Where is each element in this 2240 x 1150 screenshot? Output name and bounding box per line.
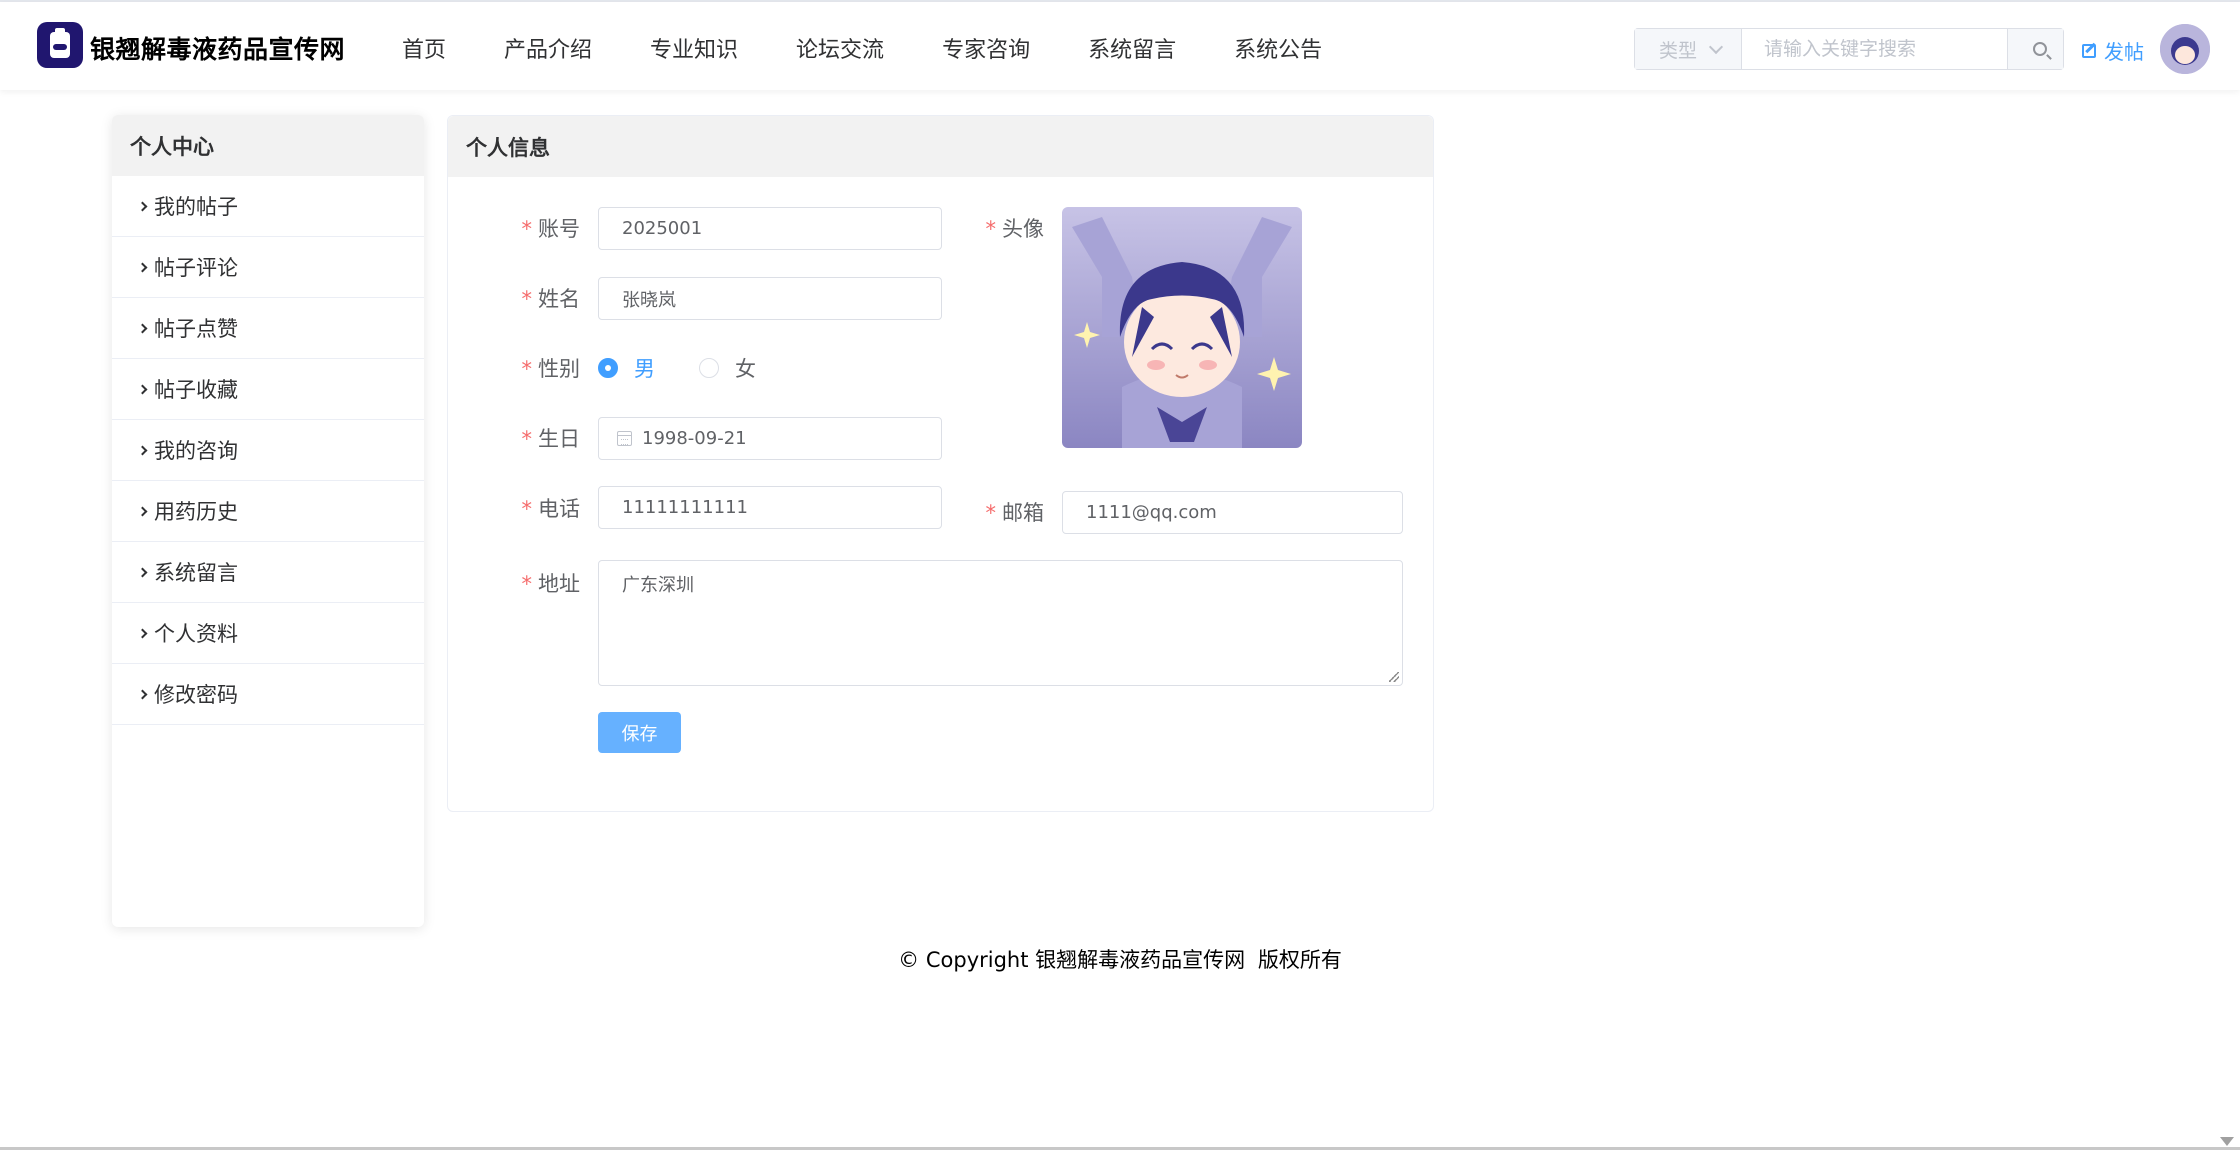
gender-label: * 性别	[521, 357, 581, 381]
footer: © Copyright 银翘解毒液药品宣传网 版权所有	[0, 944, 2240, 974]
birthday-picker[interactable]: 1998-09-21	[598, 417, 942, 460]
search-input[interactable]	[1742, 29, 2008, 69]
sidebar-item-change-password[interactable]: 修改密码	[112, 664, 424, 725]
site-title[interactable]: 银翘解毒液药品宣传网	[90, 30, 345, 66]
birthday-value: 1998-09-21	[642, 428, 747, 449]
address-label: * 地址	[521, 572, 581, 596]
account-label: * 账号	[521, 217, 581, 241]
chevron-right-icon	[137, 628, 148, 638]
new-post-button[interactable]: 发帖	[2082, 36, 2144, 65]
sidebar-item-my-posts[interactable]: 我的帖子	[112, 176, 424, 237]
radio-checked-icon	[598, 358, 618, 378]
sidebar-item-label: 我的帖子	[154, 195, 238, 219]
sidebar-item-label: 帖子评论	[154, 256, 238, 280]
email-field[interactable]: 1111@qq.com	[1062, 491, 1403, 534]
address-value: 广东深圳	[622, 575, 694, 596]
sidebar-item-label: 用药历史	[154, 500, 238, 524]
search-bar: 类型	[1634, 28, 2064, 70]
chevron-right-icon	[137, 201, 148, 211]
scroll-down-icon[interactable]	[2220, 1137, 2234, 1146]
nav-expert[interactable]: 专家咨询	[942, 32, 1030, 64]
edit-icon	[2082, 43, 2096, 58]
sidebar-item-profile[interactable]: 个人资料	[112, 603, 424, 664]
sidebar-item-label: 我的咨询	[154, 439, 238, 463]
name-label: * 姓名	[521, 287, 581, 311]
save-button[interactable]: 保存	[598, 712, 681, 753]
chevron-right-icon	[137, 262, 148, 272]
chevron-right-icon	[137, 445, 148, 455]
avatar-upload[interactable]	[1062, 207, 1302, 448]
top-header: 银翘解毒液药品宣传网 首页 产品介绍 专业知识 论坛交流 专家咨询 系统留言 系…	[0, 2, 2240, 90]
address-textarea[interactable]: 广东深圳	[598, 560, 1403, 686]
search-type-select[interactable]: 类型	[1635, 29, 1743, 69]
email-label: * 邮箱	[985, 501, 1045, 525]
chevron-right-icon	[137, 689, 148, 699]
sidebar-item-label: 帖子点赞	[154, 317, 238, 341]
user-avatar[interactable]	[2160, 24, 2210, 74]
footer-rights: 版权所有	[1257, 948, 1342, 972]
logo-bottle-icon[interactable]	[37, 22, 83, 68]
calendar-icon	[617, 431, 632, 446]
nav-messages[interactable]: 系统留言	[1088, 32, 1176, 64]
phone-field[interactable]: 11111111111	[598, 486, 942, 529]
new-post-label: 发帖	[2104, 40, 2144, 64]
nav-products[interactable]: 产品介绍	[504, 32, 592, 64]
radio-unchecked-icon	[699, 358, 719, 378]
sidebar-item-label: 系统留言	[154, 561, 238, 585]
search-icon	[2033, 42, 2048, 56]
gender-radio-male[interactable]: 男	[598, 353, 655, 383]
gender-radio-female[interactable]: 女	[699, 353, 756, 383]
chevron-right-icon	[137, 384, 148, 394]
main-nav: 首页 产品介绍 专业知识 论坛交流 专家咨询 系统留言 系统公告	[402, 32, 1380, 64]
sidebar-item-post-comments[interactable]: 帖子评论	[112, 237, 424, 298]
sidebar-title: 个人中心	[112, 115, 424, 176]
sidebar-item-label: 修改密码	[154, 683, 238, 707]
account-field[interactable]: 2025001	[598, 207, 942, 250]
name-field[interactable]: 张晓岚	[598, 277, 942, 320]
nav-home[interactable]: 首页	[402, 32, 446, 64]
avatar-label: * 头像	[985, 217, 1045, 241]
sidebar-item-messages[interactable]: 系统留言	[112, 542, 424, 603]
search-type-label: 类型	[1659, 39, 1698, 62]
footer-copyright: © Copyright 银翘解毒液药品宣传网	[898, 948, 1246, 972]
profile-card-title: 个人信息	[448, 116, 1433, 177]
sidebar-item-medication-history[interactable]: 用药历史	[112, 481, 424, 542]
sidebar-item-post-favorites[interactable]: 帖子收藏	[112, 359, 424, 420]
sidebar-item-label: 帖子收藏	[154, 378, 238, 402]
chevron-right-icon	[137, 506, 148, 516]
sidebar-item-post-likes[interactable]: 帖子点赞	[112, 298, 424, 359]
nav-knowledge[interactable]: 专业知识	[650, 32, 738, 64]
nav-forum[interactable]: 论坛交流	[796, 32, 884, 64]
sidebar-item-label: 个人资料	[154, 622, 238, 646]
chevron-right-icon	[137, 323, 148, 333]
phone-label: * 电话	[521, 497, 581, 521]
resize-handle-icon[interactable]	[1389, 672, 1399, 682]
search-button[interactable]	[2007, 29, 2063, 69]
chevron-down-icon	[1708, 39, 1724, 55]
sidebar-item-my-consults[interactable]: 我的咨询	[112, 420, 424, 481]
avatar-image	[1062, 207, 1302, 448]
birthday-label: * 生日	[521, 427, 581, 451]
nav-announcements[interactable]: 系统公告	[1234, 32, 1322, 64]
sidebar: 个人中心 我的帖子 帖子评论 帖子点赞 帖子收藏 我的咨询 用药历史 系统留言 …	[112, 115, 424, 927]
chevron-right-icon	[137, 567, 148, 577]
